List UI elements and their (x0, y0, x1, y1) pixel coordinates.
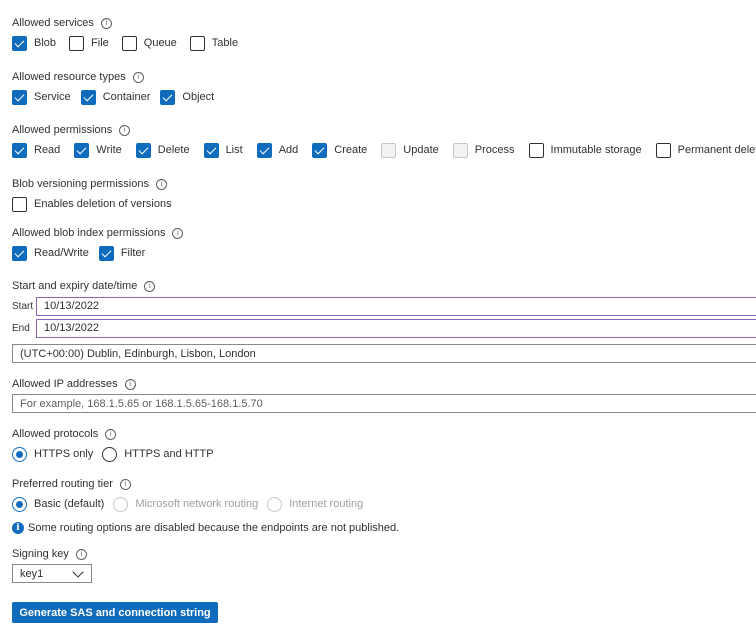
radio-https-and-http[interactable]: HTTPS and HTTP (102, 446, 214, 462)
dates-label: Start and expiry date/time (12, 280, 138, 292)
checkbox-permanent-delete[interactable]: Permanent delete (655, 142, 756, 158)
allowed-resource-types-section: Allowed resource types i Service Containe… (12, 70, 224, 105)
checkbox-box[interactable] (528, 142, 544, 158)
info-icon[interactable]: i (124, 378, 136, 390)
routing-note: i Some routing options are disabled beca… (12, 520, 399, 536)
checkbox-box[interactable] (12, 35, 27, 51)
signing-key-value: key1 (20, 567, 44, 580)
checkbox-service[interactable]: Service (12, 89, 71, 105)
checkbox-box[interactable] (452, 142, 468, 158)
routing-label: Preferred routing tier (12, 478, 113, 490)
info-filled-icon: i (12, 522, 24, 534)
radio-circle[interactable] (12, 446, 27, 462)
allowed-services-label: Allowed services (12, 17, 94, 29)
start-date-input[interactable]: 10/13/2022 (36, 296, 756, 316)
checkbox-immutable-storage[interactable]: Immutable storage (528, 142, 642, 158)
radio-circle[interactable] (113, 496, 129, 512)
allowed-services-section: Allowed services i Blob File Queue Table (12, 16, 248, 51)
info-icon[interactable]: i (100, 17, 112, 29)
ip-input[interactable]: For example, 168.1.5.65 or 168.1.5.65-16… (12, 394, 756, 413)
checkbox-update[interactable]: Update (381, 142, 439, 158)
dates-section: Start and expiry date/time i (12, 279, 156, 293)
signing-key-dropdown[interactable]: key1 (12, 564, 92, 583)
info-icon[interactable]: i (105, 428, 117, 440)
info-icon[interactable]: i (75, 548, 87, 560)
ip-section: Allowed IP addresses i (12, 377, 136, 391)
timezone-dropdown[interactable]: (UTC+00:00) Dublin, Edinburgh, Lisbon, L… (12, 344, 756, 363)
info-icon[interactable]: i (119, 478, 131, 490)
checkbox-box[interactable] (74, 142, 90, 158)
checkbox-delete[interactable]: Delete (135, 142, 190, 158)
checkbox-blob[interactable]: Blob (12, 35, 56, 51)
ip-input-row: For example, 168.1.5.65 or 168.1.5.65-16… (12, 394, 756, 413)
checkbox-box[interactable] (189, 35, 205, 51)
checkbox-object[interactable]: Object (160, 89, 214, 105)
blob-index-section: Allowed blob index permissions i Read/Wri… (12, 226, 184, 261)
blob-versioning-section: Blob versioning permissions i Enables del… (12, 177, 182, 212)
checkbox-create[interactable]: Create (312, 142, 367, 158)
allowed-permissions-label: Allowed permissions (12, 124, 113, 136)
signing-key-section: Signing key i (12, 547, 87, 561)
routing-note-text: Some routing options are disabled becaus… (28, 522, 400, 534)
start-label: Start (12, 300, 34, 312)
checkbox-box[interactable] (256, 142, 272, 158)
routing-section: Preferred routing tier i Basic (default) … (12, 477, 399, 536)
radio-circle[interactable] (267, 496, 283, 512)
checkbox-box[interactable] (135, 142, 151, 158)
radio-https-only[interactable]: HTTPS only (12, 446, 93, 462)
start-date-row: Start 10/13/2022 (12, 296, 756, 316)
checkbox-container[interactable]: Container (80, 89, 150, 105)
checkbox-box[interactable] (98, 245, 114, 261)
checkbox-box[interactable] (12, 196, 27, 212)
allowed-resource-types-label: Allowed resource types (12, 71, 126, 83)
signing-key-row: key1 (12, 564, 92, 583)
chevron-down-icon (72, 566, 84, 578)
checkbox-filter[interactable]: Filter (98, 245, 145, 261)
signing-key-label: Signing key (12, 548, 69, 560)
checkbox-box[interactable] (121, 35, 137, 51)
checkbox-box[interactable] (69, 35, 85, 51)
checkbox-box[interactable] (160, 89, 176, 105)
info-icon[interactable]: i (132, 71, 144, 83)
checkbox-table[interactable]: Table (189, 35, 238, 51)
checkbox-add[interactable]: Add (256, 142, 298, 158)
checkbox-box[interactable] (12, 142, 27, 158)
ip-label: Allowed IP addresses (12, 378, 118, 390)
checkbox-box[interactable] (655, 142, 671, 158)
checkbox-box[interactable] (12, 245, 27, 261)
checkbox-box[interactable] (12, 89, 27, 105)
radio-microsoft-network-routing[interactable]: Microsoft network routing (113, 496, 258, 512)
blob-versioning-label: Blob versioning permissions (12, 178, 149, 190)
checkbox-read-write[interactable]: Read/Write (12, 245, 89, 261)
checkbox-box[interactable] (381, 142, 397, 158)
radio-basic-default[interactable]: Basic (default) (12, 496, 104, 512)
radio-circle[interactable] (12, 496, 27, 512)
end-label: End (12, 322, 30, 334)
info-icon[interactable]: i (172, 227, 184, 239)
protocols-label: Allowed protocols (12, 428, 99, 440)
checkbox-enables-deletion-of-versions[interactable]: Enables deletion of versions (12, 196, 172, 212)
generate-row: Generate SAS and connection string (12, 602, 218, 623)
checkbox-read[interactable]: Read (12, 142, 60, 158)
info-icon[interactable]: i (155, 178, 167, 190)
checkbox-box[interactable] (312, 142, 328, 158)
checkbox-queue[interactable]: Queue (121, 35, 177, 51)
generate-sas-button[interactable]: Generate SAS and connection string (12, 602, 218, 623)
allowed-permissions-section: Allowed permissions i Read Write Delete L… (12, 123, 756, 158)
info-icon[interactable]: i (144, 280, 156, 292)
radio-circle[interactable] (102, 446, 118, 462)
checkbox-list[interactable]: List (203, 142, 243, 158)
checkbox-write[interactable]: Write (74, 142, 122, 158)
protocols-section: Allowed protocols i HTTPS only HTTPS and … (12, 427, 224, 462)
blob-index-label: Allowed blob index permissions (12, 227, 166, 239)
radio-internet-routing[interactable]: Internet routing (267, 496, 363, 512)
checkbox-process[interactable]: Process (452, 142, 515, 158)
end-date-input[interactable]: 10/13/2022 (36, 318, 756, 338)
checkbox-file[interactable]: File (69, 35, 109, 51)
timezone-row: (UTC+00:00) Dublin, Edinburgh, Lisbon, L… (12, 344, 756, 363)
end-date-row: End 10/13/2022 (12, 318, 756, 338)
info-icon[interactable]: i (119, 124, 131, 136)
checkbox-box[interactable] (80, 89, 96, 105)
checkbox-box[interactable] (203, 142, 219, 158)
